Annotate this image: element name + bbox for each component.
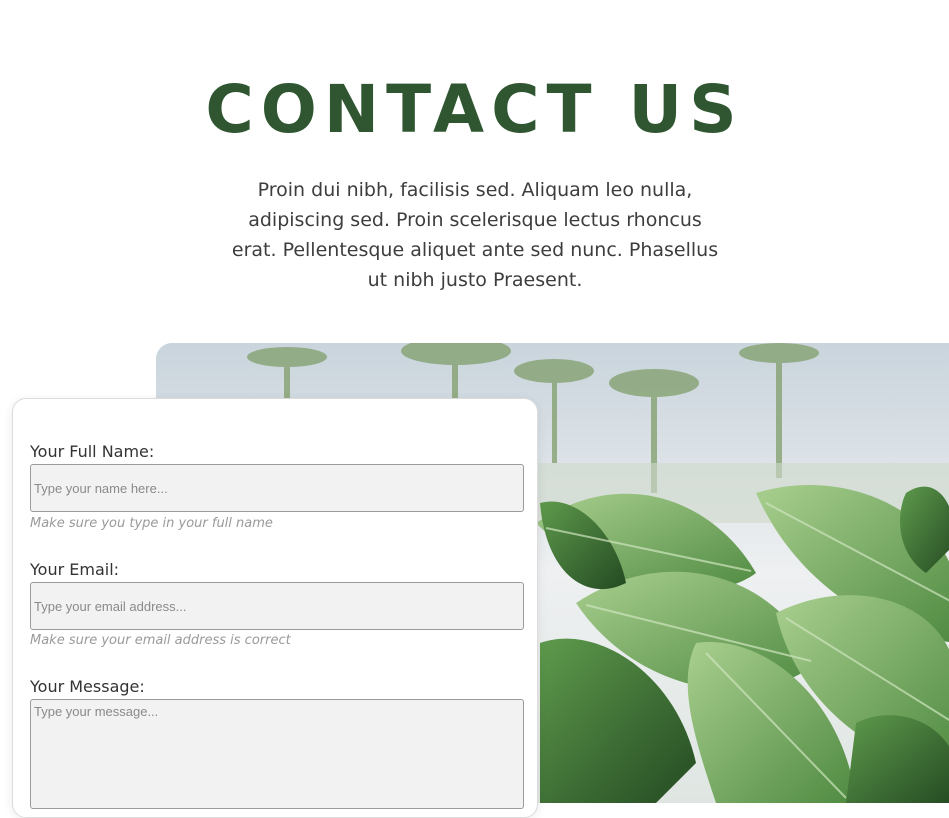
contact-form: Your Full Name: Make sure you type in yo…: [12, 398, 538, 818]
intro-text: Proin dui nibh, facilisis sed. Aliquam l…: [231, 179, 719, 291]
page-title: CONTACT US: [205, 71, 744, 148]
message-textarea[interactable]: [30, 699, 524, 809]
name-label: Your Full Name:: [30, 442, 155, 461]
email-label: Your Email:: [30, 560, 120, 579]
message-label: Your Message:: [30, 677, 145, 696]
email-hint: Make sure your email address is correct: [30, 633, 291, 648]
name-hint: Make sure you type in your full name: [30, 516, 273, 531]
name-input[interactable]: [30, 464, 524, 512]
email-input[interactable]: [30, 582, 524, 630]
